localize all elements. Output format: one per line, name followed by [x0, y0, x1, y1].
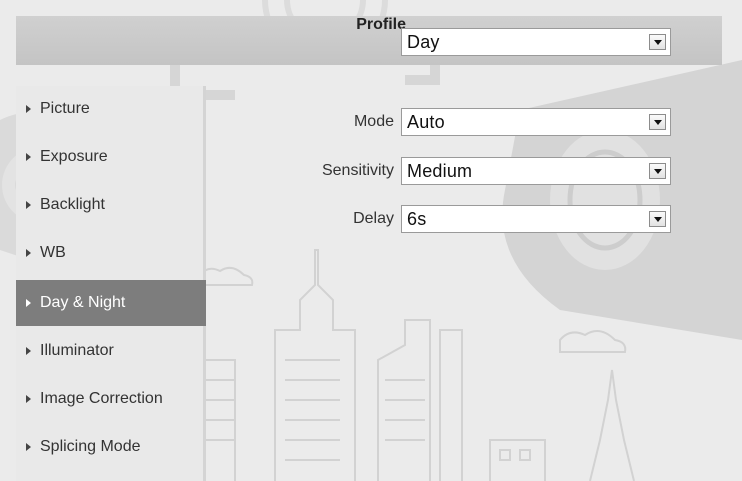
chevron-down-icon[interactable]	[649, 163, 666, 179]
sidebar-item-exposure[interactable]: Exposure	[16, 134, 206, 180]
mode-select-value: Auto	[407, 112, 445, 132]
sidebar-item-backlight[interactable]: Backlight	[16, 182, 206, 228]
delay-label: Delay	[353, 210, 394, 227]
caret-right-icon	[26, 347, 31, 355]
sidebar-nav: Picture Exposure Backlight WB Day & Nigh…	[16, 86, 206, 481]
sidebar-item-label: Splicing Mode	[40, 438, 141, 455]
sidebar-item-label: Backlight	[40, 196, 105, 213]
sidebar-item-label: WB	[40, 244, 66, 261]
delay-select[interactable]: 6s	[401, 205, 671, 233]
mode-select[interactable]: Auto	[401, 108, 671, 136]
caret-right-icon	[26, 105, 31, 113]
sidebar-item-picture[interactable]: Picture	[16, 86, 206, 132]
sidebar-item-label: Image Correction	[40, 390, 163, 407]
sidebar-item-illuminator[interactable]: Illuminator	[16, 328, 206, 374]
profile-select-value: Day	[407, 32, 440, 52]
chevron-down-icon[interactable]	[649, 34, 666, 50]
sensitivity-select-value: Medium	[407, 161, 473, 181]
sidebar-item-splicing-mode[interactable]: Splicing Mode	[16, 424, 206, 470]
profile-label: Profile	[356, 16, 406, 33]
sidebar-item-label: Illuminator	[40, 342, 114, 359]
caret-right-icon	[26, 395, 31, 403]
sidebar-item-wb[interactable]: WB	[16, 230, 206, 276]
sidebar-item-label: Day & Night	[40, 294, 126, 311]
sidebar-item-label: Exposure	[40, 148, 108, 165]
caret-right-icon	[26, 153, 31, 161]
sensitivity-label: Sensitivity	[321, 162, 394, 179]
delay-select-value: 6s	[407, 209, 427, 229]
sidebar-item-label: Picture	[40, 100, 90, 117]
sensitivity-select[interactable]: Medium	[401, 157, 671, 185]
chevron-down-icon[interactable]	[649, 211, 666, 227]
profile-select[interactable]: Day	[401, 28, 671, 56]
caret-right-icon	[26, 299, 31, 307]
mode-label: Mode	[353, 113, 394, 130]
sidebar-item-image-correction[interactable]: Image Correction	[16, 376, 206, 422]
caret-right-icon	[26, 201, 31, 209]
caret-right-icon	[26, 249, 31, 257]
caret-right-icon	[26, 443, 31, 451]
sidebar-item-day-night[interactable]: Day & Night	[16, 280, 206, 326]
chevron-down-icon[interactable]	[649, 114, 666, 130]
